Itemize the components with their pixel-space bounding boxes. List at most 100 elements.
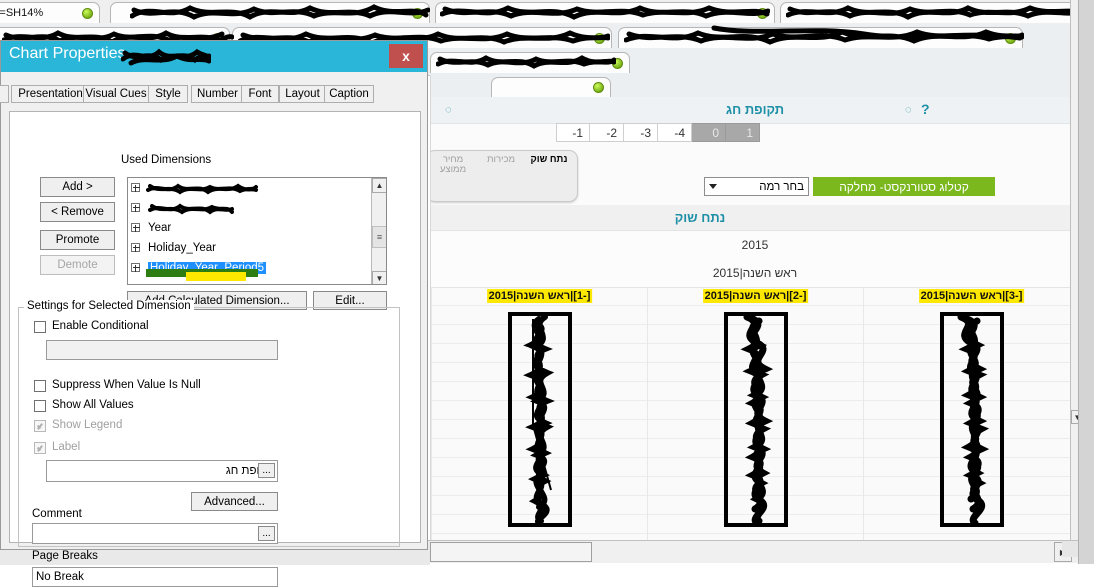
- level-select-value: בחר רמה: [759, 180, 804, 193]
- period-cell[interactable]: -1: [556, 123, 590, 142]
- dimension-item-holiday-year-period5[interactable]: Holiday_Year_Period5: [128, 258, 386, 281]
- chevron-down-icon: [709, 184, 717, 189]
- tab-caption[interactable]: Caption: [324, 85, 374, 103]
- expand-icon[interactable]: [131, 203, 140, 212]
- status-dot-icon: [412, 7, 423, 19]
- level-select[interactable]: בחר רמה: [704, 177, 809, 196]
- page-breaks-value: No Break: [36, 571, 84, 583]
- period-cell[interactable]: -3: [624, 123, 658, 142]
- status-dot-icon: [612, 57, 623, 69]
- minimize-icon[interactable]: ◌: [445, 104, 452, 116]
- legend-item-avg-price[interactable]: מחיר ממוצע: [431, 155, 475, 175]
- close-button[interactable]: x: [389, 44, 423, 68]
- document-tab[interactable]: [435, 2, 775, 23]
- dialog-title: Chart Properties: [9, 45, 126, 62]
- measure-legend[interactable]: מחיר ממוצע מכירות נתח שוק: [431, 150, 578, 202]
- chart-year-header: 2015: [431, 231, 1079, 260]
- scroll-down-button[interactable]: ▼: [372, 271, 386, 284]
- enable-conditional-label: Enable Conditional: [52, 320, 149, 332]
- page-breaks-label: Page Breaks: [32, 550, 98, 562]
- chart-column: [-2]|ראש השנה|2015: [647, 287, 863, 547]
- label-expression-value: תקופת חג: [225, 465, 274, 477]
- window-vertical-scrollbar[interactable]: [1078, 0, 1094, 564]
- chart-subheader: ראש השנה|2015: [431, 259, 1079, 288]
- document-tab[interactable]: [110, 2, 430, 23]
- dimension-item-holiday-year[interactable]: Holiday_Year: [128, 238, 386, 258]
- dimension-item[interactable]: [128, 178, 386, 198]
- scrollbar-thumb[interactable]: ≡: [372, 226, 386, 248]
- legend-item-market-share[interactable]: נתח שוק: [527, 155, 571, 165]
- document-tab[interactable]: [618, 27, 1023, 48]
- tab-number[interactable]: Number: [191, 85, 244, 103]
- comment-label: Comment: [32, 508, 82, 520]
- page-breaks-select[interactable]: No Break: [32, 567, 278, 587]
- used-dimensions-list[interactable]: Year Holiday_Year Holiday_Year_Period5 ▲…: [127, 177, 387, 285]
- conditional-expression-input[interactable]: [46, 340, 278, 360]
- sheet-content: תקופת חג ◌ ◌ ? -1 -2 -3 -4 0 1 מחיר ממוצ…: [430, 75, 1079, 547]
- resize-grip[interactable]: [1062, 541, 1078, 557]
- period-cell-selected[interactable]: 1: [726, 123, 760, 142]
- add-button[interactable]: Add >: [40, 177, 115, 197]
- label-expression-input[interactable]: תקופת חג ...: [46, 460, 278, 482]
- promote-button[interactable]: Promote: [40, 230, 115, 250]
- tab-visual-cues[interactable]: Visual Cues: [83, 85, 149, 103]
- legend-item-sales[interactable]: מכירות: [479, 155, 523, 165]
- presentation-panel: Used Dimensions Add > < Remove Promote D…: [9, 111, 421, 587]
- advanced-button[interactable]: Advanced...: [191, 492, 278, 511]
- enable-conditional-checkbox[interactable]: [34, 321, 46, 333]
- show-all-values-label: Show All Values: [52, 399, 134, 411]
- period-cell-selected[interactable]: 0: [692, 123, 726, 142]
- legend-label: נתח שוק: [530, 154, 568, 165]
- expand-icon[interactable]: [131, 223, 140, 232]
- dimension-item-year[interactable]: Year: [128, 218, 386, 238]
- scroll-up-button[interactable]: ▲: [372, 178, 386, 193]
- suppress-when-null-checkbox[interactable]: [34, 380, 46, 392]
- chart-column-highlight-box: [723, 312, 788, 527]
- comment-input[interactable]: ...: [32, 523, 278, 544]
- chart-column-label: [-2]|ראש השנה|2015: [702, 289, 809, 303]
- tab-layout[interactable]: Layout: [279, 85, 326, 103]
- minimize-icon[interactable]: ◌: [905, 104, 912, 116]
- show-legend-label: Show Legend: [52, 419, 123, 431]
- expand-icon[interactable]: [131, 263, 140, 272]
- period-cell[interactable]: -2: [590, 123, 624, 142]
- app-horizontal-scrollbar[interactable]: ▶: [430, 540, 1078, 563]
- chart-column-label: [-1]|ראש השנה|2015: [486, 289, 593, 303]
- dialog-titlebar[interactable]: Chart Properties x: [1, 41, 427, 72]
- sheet-tabrow: [431, 75, 1079, 97]
- label-checkbox: [34, 442, 46, 454]
- remove-button[interactable]: < Remove: [40, 202, 115, 222]
- list-scrollbar[interactable]: ▲ ≡ ▼: [371, 178, 386, 284]
- sheet-tab[interactable]: [491, 77, 611, 97]
- status-dot-icon: [593, 82, 604, 93]
- tab-partial[interactable]: [0, 85, 9, 103]
- tab-presentation[interactable]: Presentation: [11, 85, 90, 103]
- tab-font[interactable]: Font: [241, 85, 279, 103]
- chart-columns: [-1]|ראש השנה|2015 [-2]|ראש השנה|2015 [-…: [431, 287, 1079, 547]
- status-dot-icon: [757, 7, 768, 19]
- status-dot-icon: [82, 7, 93, 19]
- legend-label: מחיר ממוצע: [439, 154, 467, 175]
- label-expression-ellipsis-button[interactable]: ...: [258, 463, 275, 478]
- dimension-item[interactable]: [128, 198, 386, 218]
- dialog-tabstrip: Presentation Visual Cues Style Number Fo…: [0, 85, 429, 103]
- document-tab-label: heetID=SH14%: [0, 7, 44, 19]
- chart-object: נתח שוק 2015 ראש השנה|2015 [-1]|ראש השנה…: [431, 205, 1079, 547]
- chart-column-highlight-box: [507, 312, 572, 527]
- comment-ellipsis-button[interactable]: ...: [258, 526, 275, 541]
- used-dimensions-label: Used Dimensions: [121, 154, 212, 166]
- show-all-values-checkbox[interactable]: [34, 400, 46, 412]
- catalog-department-button[interactable]: קטלוג סטורנקסט- מחלקה: [813, 177, 995, 196]
- document-tab[interactable]: [430, 52, 630, 73]
- holiday-period-selector[interactable]: -1 -2 -3 -4 0 1: [556, 123, 760, 142]
- period-cell[interactable]: -4: [658, 123, 692, 142]
- expand-icon[interactable]: [131, 243, 140, 252]
- document-tabbar-row-1: heetID=SH14%: [0, 0, 1094, 26]
- tab-style[interactable]: Style: [148, 85, 188, 103]
- document-tab[interactable]: [780, 2, 1090, 23]
- catalog-department-label: קטלוג סטורנקסט- מחלקה: [839, 179, 969, 194]
- help-icon[interactable]: ?: [921, 101, 930, 117]
- document-tab[interactable]: heetID=SH14%: [0, 2, 100, 23]
- expand-icon[interactable]: [131, 183, 140, 192]
- scrollbar-thumb[interactable]: [430, 542, 592, 562]
